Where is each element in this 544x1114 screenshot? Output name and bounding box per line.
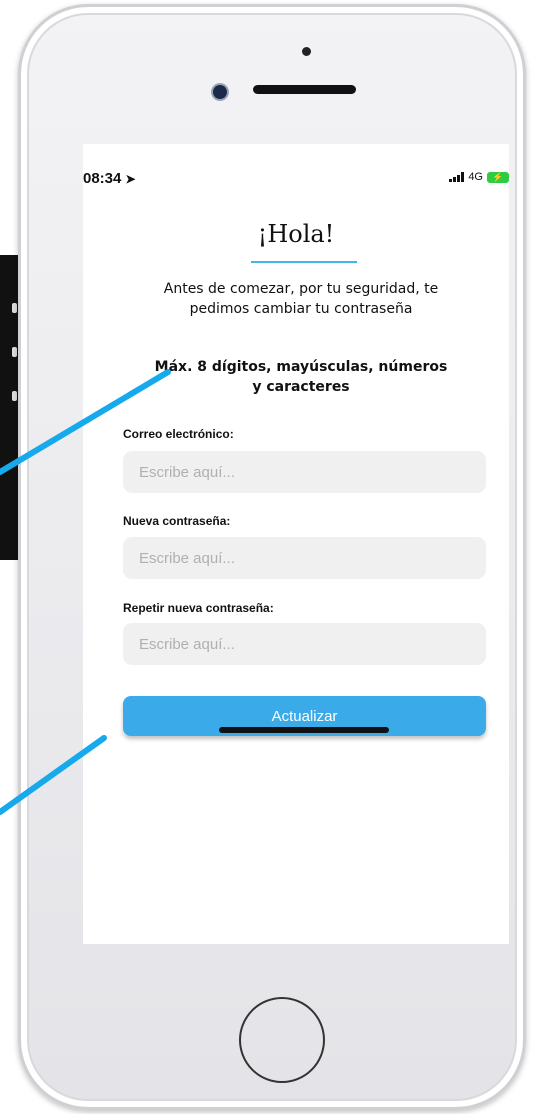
rules-callout-line — [0, 369, 171, 475]
button-callout-line — [0, 735, 107, 815]
stage: 08:34 ➤ 4G ⚡ ¡Hola! Antes de comezar, po… — [0, 0, 544, 1114]
callout-lines — [0, 369, 171, 815]
